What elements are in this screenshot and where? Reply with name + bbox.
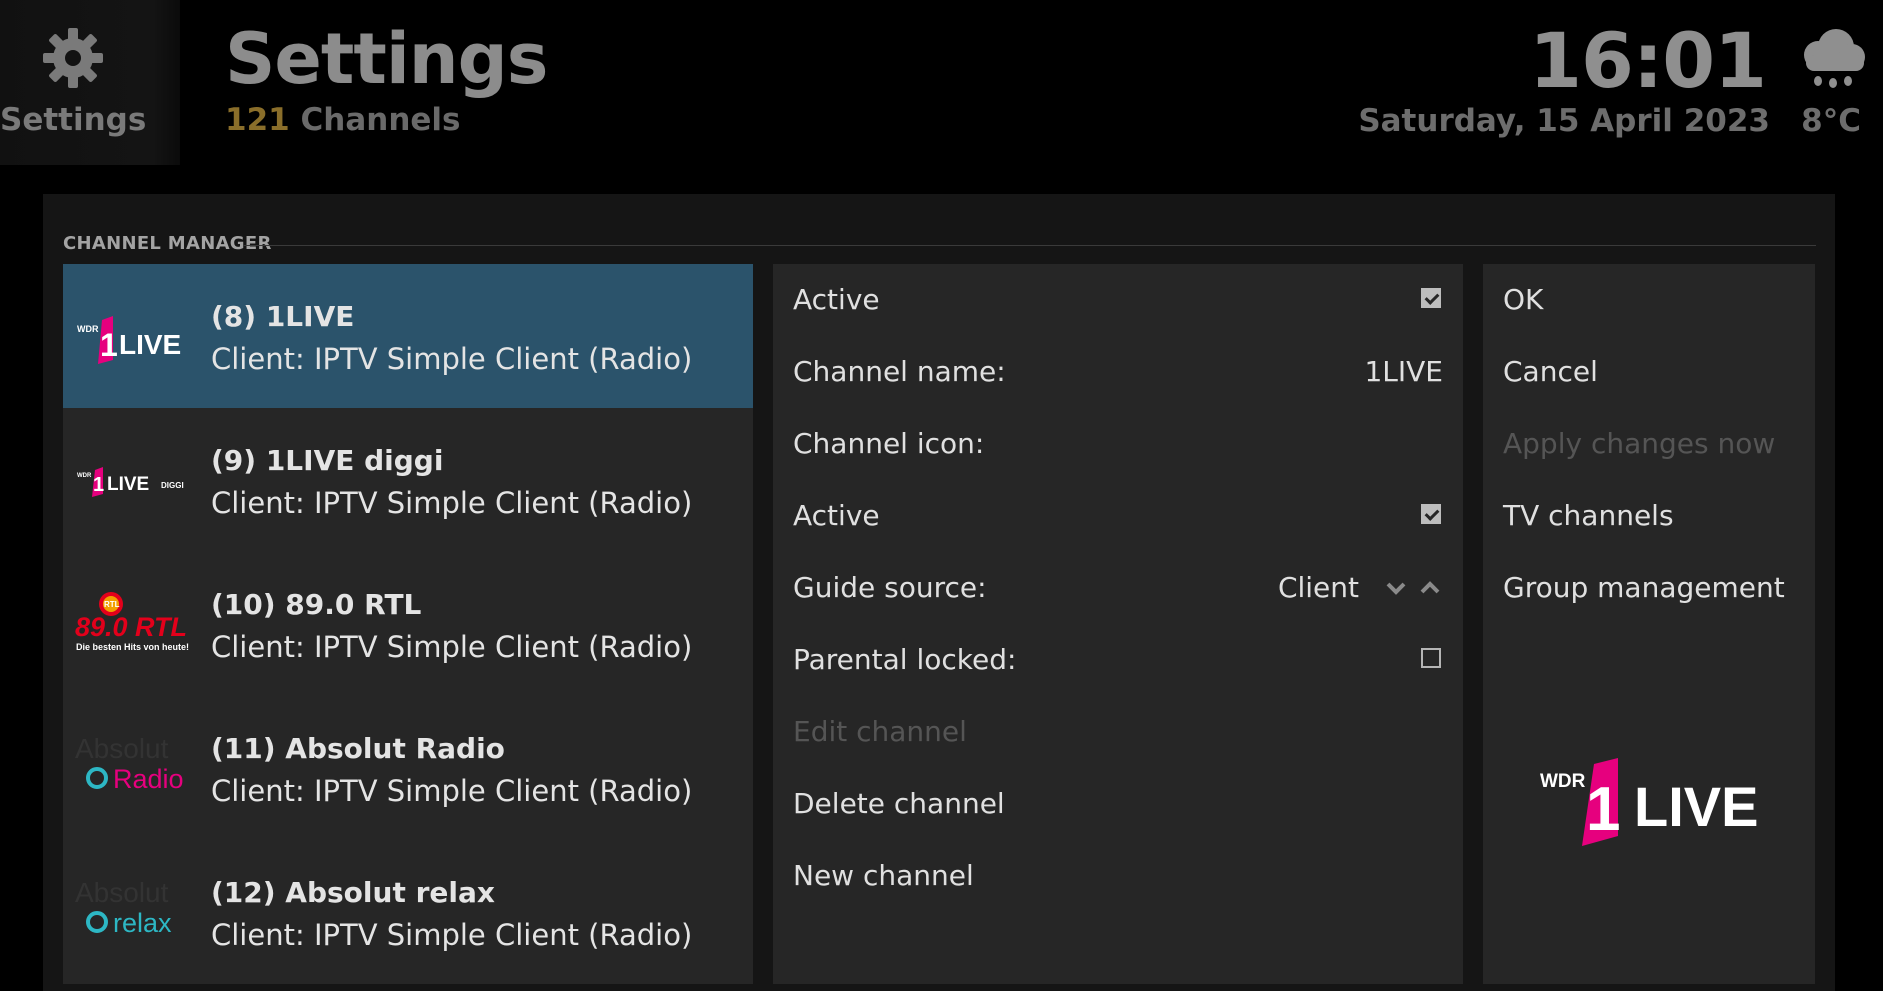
channel-client: Client: IPTV Simple Client (Radio)	[211, 774, 693, 808]
channel-name: (11) Absolut Radio	[211, 732, 505, 765]
svg-text:1: 1	[100, 327, 118, 363]
rain-cloud-icon	[1804, 29, 1865, 88]
channel-item[interactable]: WDR 1 LIVE (8) 1LIVE Client: IPTV Simple…	[63, 264, 753, 408]
active-toggle[interactable]: Active	[773, 264, 1463, 336]
svg-text:relax: relax	[113, 908, 172, 938]
channel-client: Client: IPTV Simple Client (Radio)	[211, 486, 693, 520]
action-panel: OK Cancel Apply changes now TV channels …	[1483, 264, 1815, 984]
tv-channels-button[interactable]: TV channels	[1503, 499, 1674, 532]
absolut-relax-logo: Absolut relax	[75, 877, 172, 938]
active-checkbox[interactable]	[1421, 288, 1441, 308]
channel-item[interactable]: WDR 1 LIVE DIGGI (9) 1LIVE diggi Client:…	[63, 408, 753, 552]
channel-name: (10) 89.0 RTL	[211, 588, 422, 621]
channel-name: (9) 1LIVE diggi	[211, 444, 444, 477]
apply-changes-button[interactable]: Apply changes now	[1503, 427, 1775, 460]
temperature: 8°C	[1801, 103, 1861, 139]
guide-source-value: Client	[1277, 571, 1359, 604]
channel-count: 121 Channels	[225, 102, 461, 138]
1live-diggi-logo: WDR 1 LIVE DIGGI	[77, 467, 184, 497]
channel-name: (8) 1LIVE	[211, 300, 355, 333]
svg-text:RTL: RTL	[104, 600, 120, 609]
channel-icon-preview: WDR 1 LIVE	[1540, 758, 1758, 846]
svg-text:89.0 RTL: 89.0 RTL	[75, 612, 187, 642]
active-toggle-2[interactable]: Active	[773, 480, 1463, 552]
page-title: Settings	[225, 18, 548, 100]
svg-text:Radio: Radio	[113, 764, 184, 794]
settings-home-button[interactable]: Settings	[0, 0, 180, 165]
svg-text:DIGGI: DIGGI	[161, 481, 184, 490]
svg-text:1: 1	[93, 474, 104, 496]
svg-text:LIVE: LIVE	[1634, 775, 1758, 838]
section-title: CHANNEL MANAGER	[63, 233, 272, 254]
channel-count-number: 121	[225, 102, 290, 138]
channel-item[interactable]: Absolut relax (12) Absolut relax Client:…	[63, 840, 753, 984]
svg-text:WDR: WDR	[77, 324, 99, 334]
channel-icon-row[interactable]: Channel icon:	[773, 408, 1463, 480]
svg-text:WDR: WDR	[1540, 771, 1586, 792]
parental-locked-checkbox[interactable]	[1421, 648, 1441, 668]
svg-text:LIVE: LIVE	[119, 329, 181, 360]
svg-text:LIVE: LIVE	[107, 474, 149, 495]
guide-source-label: Guide source:	[793, 571, 987, 604]
home-label: Settings	[0, 102, 147, 138]
delete-channel-button[interactable]: Delete channel	[773, 768, 1463, 840]
active-checkbox-2[interactable]	[1421, 504, 1441, 524]
channel-count-label: Channels	[300, 102, 461, 138]
cancel-button[interactable]: Cancel	[1503, 355, 1598, 388]
gear-icon	[43, 28, 103, 88]
channel-icon-label: Channel icon:	[793, 427, 985, 460]
svg-text:1: 1	[1586, 775, 1620, 844]
section-divider	[243, 245, 1816, 246]
delete-channel-label: Delete channel	[793, 787, 1005, 820]
edit-channel-label: Edit channel	[793, 715, 967, 748]
svg-text:WDR: WDR	[77, 473, 92, 479]
channel-item[interactable]: Absolut Radio (11) Absolut Radio Client:…	[63, 696, 753, 840]
channel-name-value: 1LIVE	[1364, 355, 1443, 388]
absolut-radio-logo: Absolut Radio	[75, 733, 184, 794]
new-channel-button[interactable]: New channel	[773, 840, 1463, 912]
guide-source-row[interactable]: Guide source: Client	[773, 552, 1463, 624]
channel-name-row[interactable]: Channel name: 1LIVE	[773, 336, 1463, 408]
group-management-button[interactable]: Group management	[1503, 571, 1785, 604]
date: Saturday, 15 April 2023	[1358, 103, 1770, 139]
channel-name: (12) Absolut relax	[211, 876, 495, 909]
parental-locked-label: Parental locked:	[793, 643, 1017, 676]
edit-channel-button[interactable]: Edit channel	[773, 696, 1463, 768]
svg-text:Die besten Hits von heute!: Die besten Hits von heute!	[76, 642, 189, 652]
1live-logo: WDR 1 LIVE	[77, 316, 181, 364]
chevron-down-icon[interactable]	[1385, 580, 1407, 596]
channel-details: Active Channel name: 1LIVE Channel icon:…	[773, 264, 1463, 984]
svg-text:Absolut: Absolut	[75, 877, 169, 908]
channel-client: Client: IPTV Simple Client (Radio)	[211, 918, 693, 952]
active-label: Active	[793, 283, 880, 316]
active-label-2: Active	[793, 499, 880, 532]
channel-name-label: Channel name:	[793, 355, 1006, 388]
rtl-890-logo: RTL 89.0 RTL Die besten Hits von heute!	[75, 592, 189, 652]
ok-button[interactable]: OK	[1503, 283, 1543, 316]
chevron-up-icon[interactable]	[1419, 580, 1441, 596]
channel-client: Client: IPTV Simple Client (Radio)	[211, 342, 693, 376]
svg-text:Absolut: Absolut	[75, 733, 169, 764]
clock: 16:01	[1529, 16, 1767, 105]
channel-list[interactable]: WDR 1 LIVE (8) 1LIVE Client: IPTV Simple…	[63, 264, 753, 984]
channel-item[interactable]: RTL 89.0 RTL Die besten Hits von heute! …	[63, 552, 753, 696]
parental-locked-row[interactable]: Parental locked:	[773, 624, 1463, 696]
channel-client: Client: IPTV Simple Client (Radio)	[211, 630, 693, 664]
new-channel-label: New channel	[793, 859, 974, 892]
